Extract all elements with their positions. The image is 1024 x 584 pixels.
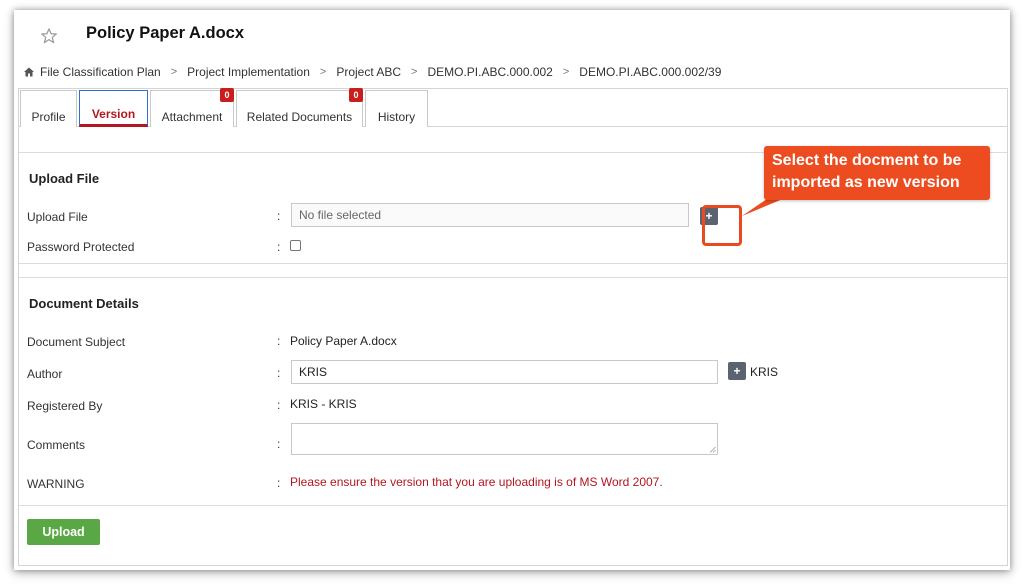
tab-label: Attachment: [161, 110, 223, 124]
author-input-value: KRIS: [299, 365, 328, 379]
tab-version[interactable]: Version: [79, 90, 148, 127]
comments-label: Comments: [27, 438, 86, 452]
breadcrumb-item-current[interactable]: DEMO.PI.ABC.000.002/39: [579, 65, 721, 79]
tab-history[interactable]: History: [365, 90, 428, 127]
callout-line-2: imported as new version: [772, 174, 960, 191]
password-protected-label: Password Protected: [27, 240, 135, 254]
star-outline-icon[interactable]: [40, 27, 58, 45]
colon: :: [277, 209, 281, 223]
tab-label: History: [377, 110, 416, 124]
add-author-button[interactable]: +: [728, 362, 746, 380]
breadcrumb-separator: >: [562, 66, 570, 78]
home-icon[interactable]: [24, 67, 34, 77]
breadcrumb-separator: >: [319, 66, 327, 78]
registered-by-label: Registered By: [27, 399, 103, 413]
author-input[interactable]: KRIS: [291, 360, 718, 384]
title-row: Policy Paper A.docx: [14, 10, 1010, 62]
file-input-placeholder: No file selected: [299, 208, 382, 222]
upload-file-label: Upload File: [27, 210, 88, 224]
document-subject-value: Policy Paper A.docx: [290, 334, 397, 348]
breadcrumb: File Classification Plan > Project Imple…: [24, 64, 721, 80]
breadcrumb-item[interactable]: Project ABC: [336, 65, 401, 79]
colon: :: [277, 334, 281, 348]
attachment-count-badge: 0: [220, 88, 234, 102]
file-input[interactable]: No file selected: [291, 203, 689, 227]
breadcrumb-item[interactable]: DEMO.PI.ABC.000.002: [427, 65, 552, 79]
author-label: Author: [27, 367, 63, 381]
colon: :: [277, 398, 281, 412]
tab-related-documents[interactable]: Related Documents 0: [236, 88, 363, 127]
divider: [19, 277, 1007, 278]
tab-attachment[interactable]: Attachment 0: [150, 88, 234, 127]
breadcrumb-item[interactable]: File Classification Plan: [40, 65, 161, 79]
page-title: Policy Paper A.docx: [86, 24, 245, 42]
annotation-callout: Select the docment to be imported as new…: [764, 146, 990, 200]
document-details-title: Document Details: [29, 296, 139, 311]
tab-label: Profile: [31, 110, 66, 124]
colon: :: [277, 366, 281, 380]
breadcrumb-separator: >: [170, 66, 178, 78]
divider: [19, 505, 1007, 506]
upload-button[interactable]: Upload: [27, 519, 100, 545]
colon: :: [277, 240, 281, 254]
tab-profile[interactable]: Profile: [20, 90, 77, 127]
comments-textarea[interactable]: [291, 423, 718, 455]
registered-by-value: KRIS - KRIS: [290, 397, 357, 411]
highlight-box: [702, 205, 742, 246]
warning-message: Please ensure the version that you are u…: [290, 475, 663, 489]
document-subject-label: Document Subject: [27, 335, 126, 349]
tab-label: Related Documents: [246, 110, 353, 124]
breadcrumb-item[interactable]: Project Implementation: [187, 65, 310, 79]
password-protected-checkbox[interactable]: [290, 240, 301, 251]
warning-label: WARNING: [27, 477, 85, 491]
resize-handle-icon[interactable]: [709, 446, 716, 453]
related-documents-count-badge: 0: [349, 88, 363, 102]
callout-line-1: Select the docment to be: [772, 152, 962, 169]
breadcrumb-separator: >: [411, 66, 418, 78]
divider: [19, 263, 1007, 264]
upload-section-title: Upload File: [29, 171, 100, 186]
app-window: Policy Paper A.docx File Classification …: [14, 10, 1010, 570]
author-name: KRIS: [750, 365, 779, 379]
colon: :: [277, 437, 281, 451]
tab-label: Version: [91, 107, 136, 121]
tab-bar: Profile Version Attachment 0 Related Doc…: [19, 88, 1007, 127]
colon: :: [277, 476, 281, 490]
